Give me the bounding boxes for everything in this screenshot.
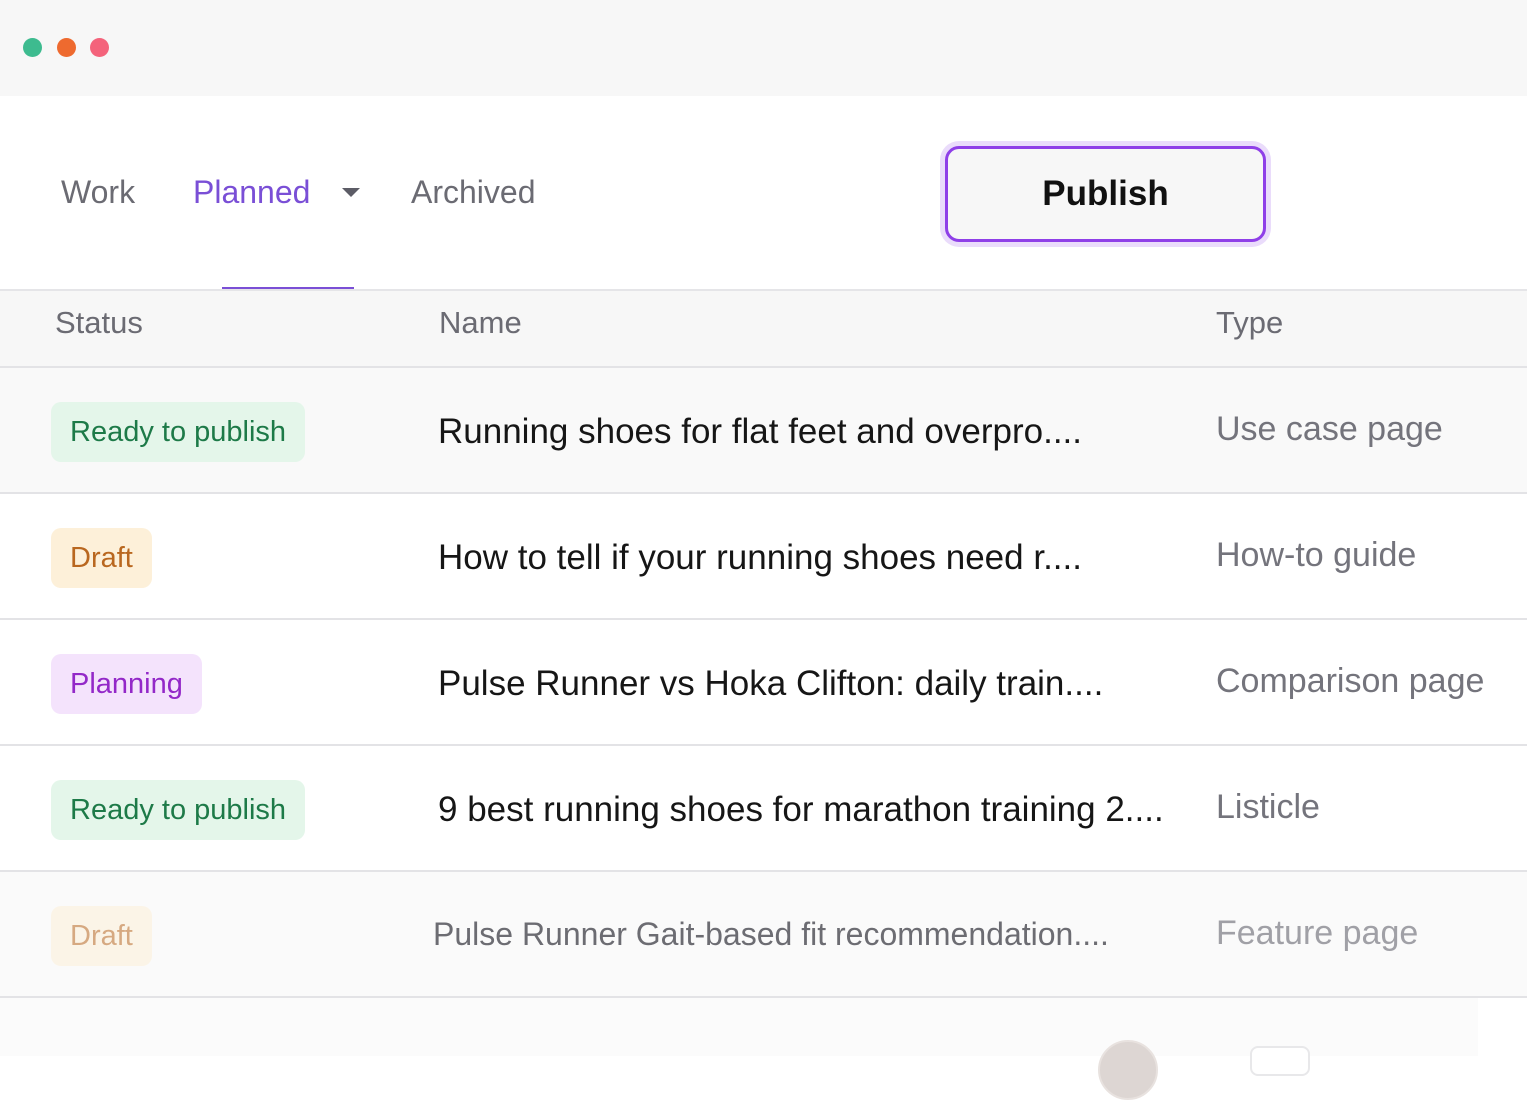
row-name[interactable]: Running shoes for flat feet and overpro.… bbox=[438, 412, 1188, 452]
row-type: Feature page bbox=[1216, 914, 1419, 952]
row-name[interactable]: Pulse Runner vs Hoka Clifton: daily trai… bbox=[438, 664, 1188, 704]
column-header-status[interactable]: Status bbox=[55, 305, 143, 341]
tab-work[interactable]: Work bbox=[61, 174, 135, 211]
tab-bar: Work Planned Archived Publish bbox=[0, 96, 1527, 290]
row-type: Comparison page bbox=[1216, 662, 1485, 700]
status-badge[interactable]: Planning bbox=[51, 654, 202, 714]
status-badge[interactable]: Ready to publish bbox=[51, 780, 306, 840]
status-badge[interactable]: Draft bbox=[51, 528, 152, 588]
column-header-type[interactable]: Type bbox=[1216, 305, 1283, 341]
window-close-dot[interactable] bbox=[23, 38, 42, 57]
table-row[interactable]: Ready to publish Running shoes for flat … bbox=[0, 368, 1527, 494]
table-row[interactable]: Draft Pulse Runner Gait-based fit recomm… bbox=[0, 872, 1527, 998]
window-maximize-dot[interactable] bbox=[90, 38, 109, 57]
table-row[interactable]: Planning Pulse Runner vs Hoka Clifton: d… bbox=[0, 620, 1527, 746]
table-row[interactable]: Draft How to tell if your running shoes … bbox=[0, 494, 1527, 620]
row-type: How-to guide bbox=[1216, 536, 1417, 574]
tab-planned[interactable]: Planned bbox=[193, 174, 310, 211]
window-titlebar bbox=[0, 0, 1527, 96]
row-name[interactable]: How to tell if your running shoes need r… bbox=[438, 538, 1188, 578]
publish-button[interactable]: Publish bbox=[945, 146, 1266, 242]
row-type: Use case page bbox=[1216, 410, 1443, 448]
bottom-panel bbox=[0, 998, 1527, 1100]
status-badge[interactable]: Ready to publish bbox=[51, 402, 306, 462]
status-badge[interactable]: Draft bbox=[51, 906, 152, 966]
row-name[interactable]: Pulse Runner Gait-based fit recommendati… bbox=[433, 916, 1183, 953]
chevron-down-icon[interactable] bbox=[342, 188, 360, 197]
table-row[interactable]: Ready to publish 9 best running shoes fo… bbox=[0, 746, 1527, 872]
avatar[interactable] bbox=[1098, 1040, 1158, 1100]
table-header: Status Name Type bbox=[0, 289, 1527, 368]
footer-chip[interactable] bbox=[1250, 1046, 1310, 1076]
column-header-name[interactable]: Name bbox=[439, 305, 522, 341]
window-minimize-dot[interactable] bbox=[57, 38, 76, 57]
tab-archived[interactable]: Archived bbox=[411, 174, 536, 211]
row-type: Listicle bbox=[1216, 788, 1320, 826]
row-name[interactable]: 9 best running shoes for marathon traini… bbox=[438, 790, 1188, 830]
